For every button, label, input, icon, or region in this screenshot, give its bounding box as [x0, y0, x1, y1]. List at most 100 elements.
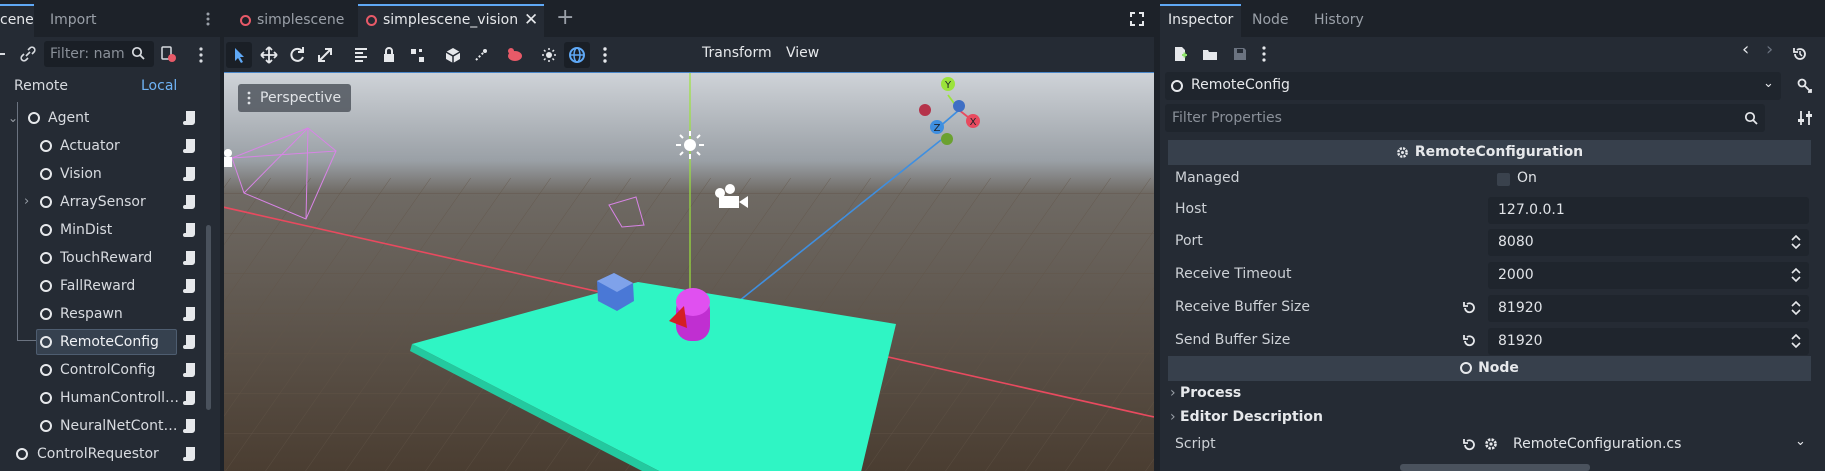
scene-render[interactable]: Y X Z [224, 73, 1154, 471]
tree-item-arraysensor[interactable]: › ArraySensor [0, 188, 210, 216]
cube-icon[interactable] [440, 42, 466, 68]
save-icon[interactable] [1232, 46, 1248, 62]
script-resource-field[interactable]: RemoteConfiguration.cs [1513, 436, 1681, 452]
tab-import[interactable]: Import [42, 4, 104, 37]
script-icon[interactable] [183, 362, 197, 378]
spin-arrows-icon[interactable] [1791, 234, 1801, 250]
chevron-down-icon[interactable]: ⌄ [1795, 434, 1806, 449]
node-icon [40, 168, 52, 180]
script-icon[interactable] [183, 166, 197, 182]
remote-tab[interactable]: Remote [14, 78, 68, 94]
revert-icon[interactable] [1462, 301, 1476, 315]
move-tool-button[interactable] [256, 42, 282, 68]
filter-properties-input[interactable]: Filter Properties [1165, 104, 1765, 132]
local-tab[interactable]: Local [141, 78, 177, 94]
new-resource-icon[interactable] [1172, 46, 1188, 62]
tree-item-vision[interactable]: Vision [0, 160, 210, 188]
script-icon[interactable] [183, 418, 197, 434]
close-icon[interactable]: ✕ [524, 6, 538, 35]
tab-node[interactable]: Node [1244, 4, 1297, 37]
revert-icon[interactable] [1462, 438, 1476, 452]
tree-item-humancontroller[interactable]: HumanControll… [0, 384, 210, 412]
script-icon[interactable] [183, 222, 197, 238]
tab-inspector[interactable]: Inspector [1160, 4, 1242, 37]
panel-menu-icon[interactable] [206, 12, 210, 26]
chevron-down-icon[interactable]: ⌄ [8, 104, 18, 132]
inspector-scrollbar[interactable] [1400, 464, 1590, 471]
node-properties-icon[interactable] [1796, 77, 1814, 95]
send-buffer-size-spinbox[interactable]: 81920 [1488, 328, 1809, 355]
script-icon[interactable] [183, 446, 197, 462]
object-selector[interactable]: RemoteConfig ⌄ [1165, 72, 1781, 100]
revert-icon[interactable] [1462, 334, 1476, 348]
spin-arrows-icon[interactable] [1791, 300, 1801, 316]
light-icon[interactable] [676, 131, 704, 159]
bone-icon[interactable] [468, 42, 494, 68]
add-node-icon[interactable] [0, 53, 5, 55]
environment-globe-icon[interactable] [564, 42, 590, 68]
history-back-icon[interactable]: ‹ [1742, 39, 1749, 60]
script-icon[interactable] [183, 110, 197, 126]
chevron-right-icon[interactable]: › [24, 188, 29, 216]
perspective-menu[interactable]: Perspective [238, 84, 352, 112]
tab-history[interactable]: History [1306, 4, 1372, 37]
sun-icon[interactable] [536, 42, 562, 68]
port-spinbox[interactable]: 8080 [1488, 229, 1809, 256]
tree-item-remoteconfig[interactable]: RemoteConfig [0, 328, 210, 356]
inspector-tabbar: Inspector Node History [1160, 0, 1825, 37]
tab-simplescene-vision[interactable]: simplescene_vision ✕ [358, 4, 544, 37]
link-icon[interactable] [20, 46, 36, 62]
camera-node-icon-left[interactable] [224, 149, 232, 167]
tree-item-respawn[interactable]: Respawn [0, 300, 210, 328]
property-options-icon[interactable] [1797, 109, 1813, 127]
scene-menu-icon[interactable] [199, 47, 203, 63]
script-icon[interactable] [183, 138, 197, 154]
select-tool-button[interactable] [226, 42, 252, 68]
script-icon[interactable] [183, 390, 197, 406]
more-options-icon[interactable] [592, 42, 618, 68]
add-tab-icon[interactable]: + [556, 5, 574, 30]
tree-item-neuralnetcontroller[interactable]: NeuralNetCont… [0, 412, 210, 440]
camera-preview-icon[interactable] [502, 42, 528, 68]
3d-viewport[interactable]: Y X Z Perspective [224, 72, 1154, 471]
receive-timeout-spinbox[interactable]: 2000 [1488, 262, 1809, 289]
history-forward-icon[interactable]: › [1766, 39, 1773, 60]
scale-tool-button[interactable] [312, 42, 338, 68]
tab-scene[interactable]: cene [0, 4, 34, 37]
object-history-icon[interactable] [1792, 46, 1808, 62]
tree-item-fallreward[interactable]: FallReward [0, 272, 210, 300]
category-process[interactable]: › Process [1168, 381, 1811, 405]
lock-icon[interactable] [376, 42, 402, 68]
inspector-menu-icon[interactable] [1262, 46, 1266, 62]
tree-item-mindist[interactable]: MinDist [0, 216, 210, 244]
group-icon[interactable] [404, 42, 430, 68]
receive-buffer-size-spinbox[interactable]: 81920 [1488, 295, 1809, 322]
spin-arrows-icon[interactable] [1791, 333, 1801, 349]
script-icon[interactable] [183, 306, 197, 322]
view-menu[interactable]: View [786, 45, 819, 61]
tree-item-controlrequestor[interactable]: ControlRequestor [0, 440, 210, 468]
host-field[interactable]: 127.0.0.1 [1488, 197, 1809, 224]
tree-item-controlconfig[interactable]: ControlConfig [0, 356, 210, 384]
tree-item-agent[interactable]: ⌄ Agent [0, 104, 210, 132]
script-icon[interactable] [183, 278, 197, 294]
category-editor-description[interactable]: › Editor Description [1168, 405, 1811, 429]
load-resource-icon[interactable] [1202, 46, 1218, 62]
tree-item-touchreward[interactable]: TouchReward [0, 244, 210, 272]
tree-item-actuator[interactable]: Actuator [0, 132, 210, 160]
checkbox[interactable] [1497, 173, 1510, 186]
node-icon [40, 420, 52, 432]
attach-script-icon[interactable] [159, 45, 177, 63]
script-icon[interactable] [183, 250, 197, 266]
rotate-tool-button[interactable] [284, 42, 310, 68]
property-label: Host [1175, 201, 1207, 217]
script-icon[interactable] [183, 194, 197, 210]
spin-arrows-icon[interactable] [1791, 267, 1801, 283]
tab-simplescene[interactable]: simplescene [232, 4, 354, 37]
transform-menu[interactable]: Transform [702, 45, 772, 61]
gear-icon [1484, 437, 1498, 451]
list-tool-button[interactable] [348, 42, 374, 68]
scene-tree-scrollbar[interactable] [206, 225, 211, 410]
script-icon[interactable] [183, 334, 197, 350]
distraction-free-icon[interactable] [1130, 12, 1144, 26]
